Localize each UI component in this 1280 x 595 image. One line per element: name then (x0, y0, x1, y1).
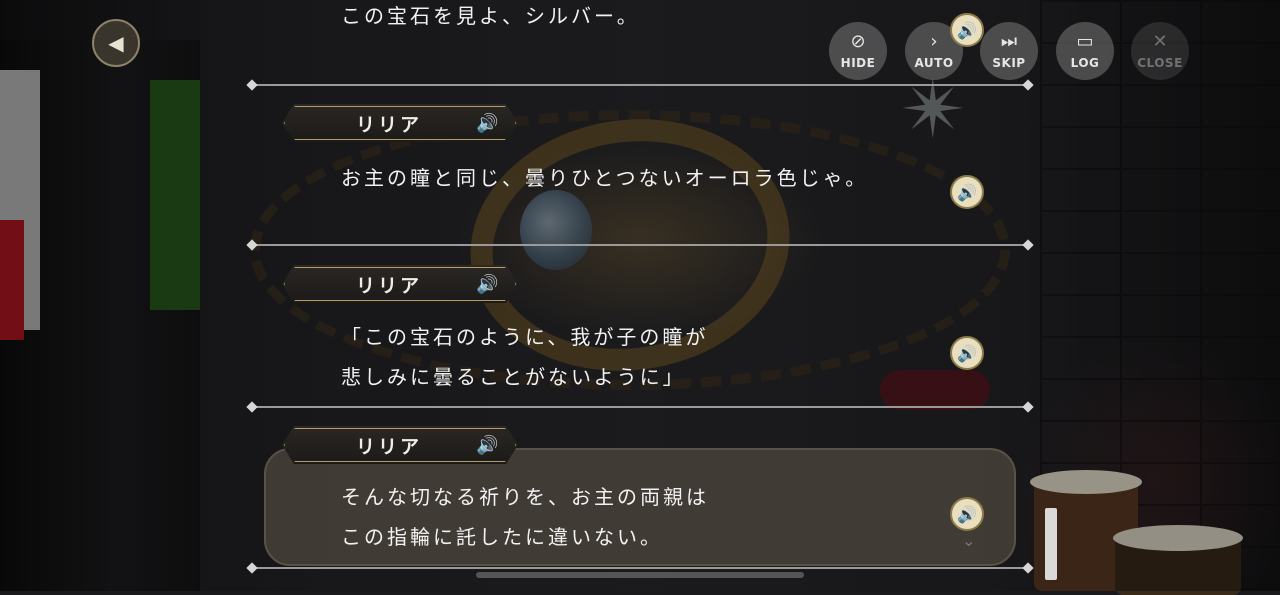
log-message-line: そんな切なる祈りを、お主の両親は (341, 485, 709, 509)
speaker-nameplate: リリア 🔊 (282, 265, 518, 303)
log-button[interactable]: ▭ LOG (1056, 22, 1114, 80)
speaker-icon: 🔊 (957, 343, 977, 363)
speaker-name: リリア (356, 113, 423, 136)
speaker-icon: 🔊 (957, 182, 977, 202)
voice-replay-button[interactable]: 🔊 (950, 336, 984, 370)
log-message-line: 「この宝石のように、我が子の瞳が (341, 325, 709, 349)
chevron-down-icon: ⌄ (962, 531, 976, 550)
close-button[interactable]: ✕ CLOSE (1131, 22, 1189, 80)
voice-icon: 🔊 (476, 112, 499, 134)
voice-icon: 🔊 (476, 434, 499, 456)
log-divider (250, 84, 1030, 86)
chat-bubble-icon: ▭ (1076, 31, 1094, 52)
log-divider (250, 406, 1030, 408)
close-label: CLOSE (1137, 56, 1183, 70)
log-message-partial: この宝石を見よ、シルバー。 (341, 4, 640, 28)
scrollbar-thumb[interactable] (1045, 508, 1057, 580)
log-divider (250, 244, 1030, 246)
log-message-line: この指輪に託したに違いない。 (341, 525, 663, 549)
voice-replay-button[interactable]: 🔊 (950, 497, 984, 531)
log-divider (250, 567, 1030, 569)
back-button[interactable]: ◀ (92, 19, 140, 67)
speaker-name: リリア (356, 274, 423, 297)
log-label: LOG (1070, 56, 1100, 70)
chevron-left-icon: ◀ (108, 31, 124, 55)
home-indicator[interactable] (476, 572, 804, 578)
speaker-name: リリア (356, 435, 423, 458)
speaker-icon: 🔊 (957, 504, 977, 524)
speaker-nameplate: リリア 🔊 (282, 104, 518, 142)
log-message-line: 悲しみに曇ることがないように」 (341, 365, 686, 389)
close-icon: ✕ (1152, 31, 1168, 52)
voice-icon: 🔊 (476, 273, 499, 295)
speaker-nameplate: リリア 🔊 (282, 426, 518, 464)
speaker-icon: 🔊 (957, 20, 977, 40)
backlog-panel: この宝石を見よ、シルバー。 🔊 リリア 🔊 お主の瞳と同じ、曇りひとつないオーロ… (250, 0, 1030, 591)
voice-replay-button[interactable]: 🔊 (950, 13, 984, 47)
voice-replay-button[interactable]: 🔊 (950, 175, 984, 209)
log-message-line: お主の瞳と同じ、曇りひとつないオーロラ色じゃ。 (341, 166, 869, 190)
